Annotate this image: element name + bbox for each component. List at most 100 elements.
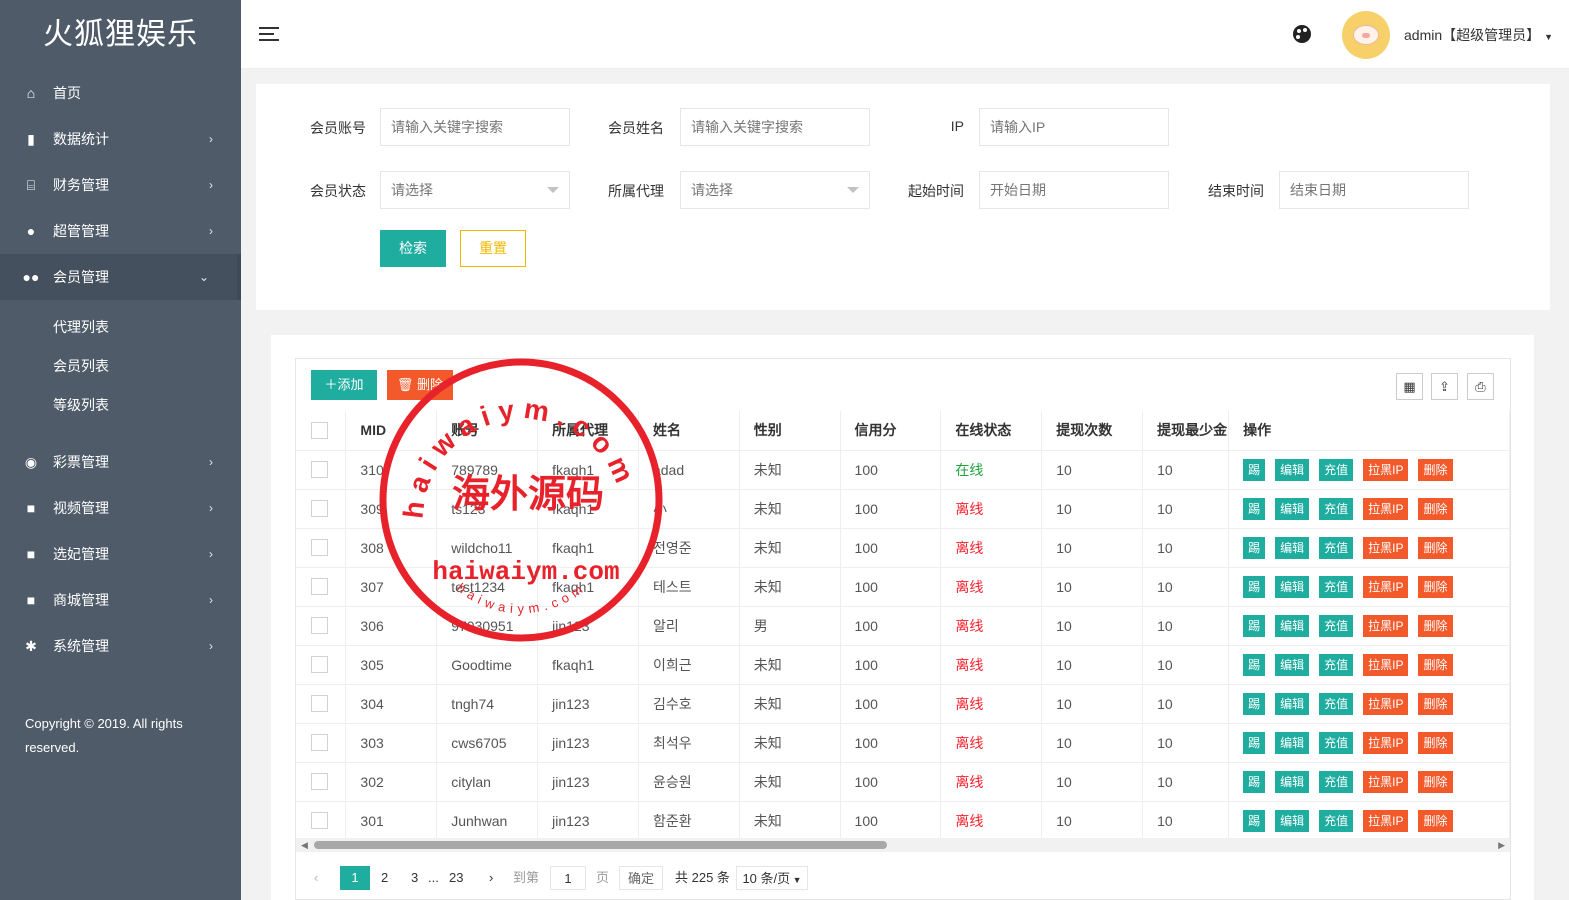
edit-button[interactable]: 编辑 [1275, 536, 1310, 559]
delete-row-button[interactable]: 删除 [1418, 614, 1453, 637]
recharge-button[interactable]: 充值 [1319, 692, 1354, 715]
kick-button[interactable]: 踢 [1243, 692, 1266, 715]
nav-item-b2[interactable]: ■ 选妃管理 › [0, 531, 241, 577]
row-checkbox[interactable] [311, 617, 328, 635]
subnav-item-0[interactable]: 代理列表 [0, 308, 241, 347]
kick-button[interactable]: 踢 [1243, 614, 1266, 637]
delete-row-button[interactable]: 删除 [1418, 575, 1453, 598]
subnav-item-1[interactable]: 会员列表 [0, 347, 241, 386]
row-checkbox[interactable] [311, 812, 328, 830]
nav-item-a3[interactable]: ● 超管管理 › [0, 208, 241, 254]
page-1[interactable]: 1 [340, 866, 370, 890]
edit-button[interactable]: 编辑 [1275, 692, 1310, 715]
block-ip-button[interactable]: 拉黑IP [1363, 809, 1409, 832]
batch-delete-button[interactable]: 🗑 删除 [387, 370, 453, 400]
recharge-button[interactable]: 充值 [1319, 458, 1354, 481]
theme-palette-icon[interactable] [1293, 25, 1311, 43]
name-input[interactable]: 请输入关键字搜索 [680, 108, 870, 146]
export-icon[interactable]: ⇪ [1431, 373, 1458, 400]
block-ip-button[interactable]: 拉黑IP [1363, 536, 1409, 559]
menu-toggle-icon[interactable] [259, 27, 279, 43]
delete-row-button[interactable]: 删除 [1418, 497, 1453, 520]
select-all-checkbox[interactable] [311, 422, 328, 440]
delete-row-button[interactable]: 删除 [1418, 692, 1453, 715]
kick-button[interactable]: 踢 [1243, 731, 1266, 754]
reset-button[interactable]: 重置 [460, 230, 526, 267]
goto-confirm-button[interactable]: 确定 [619, 866, 663, 890]
row-checkbox[interactable] [311, 539, 328, 557]
recharge-button[interactable]: 充值 [1319, 614, 1354, 637]
nav-item-b3[interactable]: ■ 商城管理 › [0, 577, 241, 623]
recharge-button[interactable]: 充值 [1319, 653, 1354, 676]
edit-button[interactable]: 编辑 [1275, 458, 1310, 481]
delete-row-button[interactable]: 删除 [1418, 731, 1453, 754]
subnav-item-2[interactable]: 等级列表 [0, 386, 241, 425]
row-checkbox[interactable] [311, 500, 328, 518]
delete-row-button[interactable]: 删除 [1418, 770, 1453, 793]
nav-item-a2[interactable]: ⌸ 财务管理 › [0, 162, 241, 208]
page-size-select[interactable]: 10 条/页 ▼ [736, 866, 808, 890]
prev-page-icon[interactable]: ‹ [314, 866, 318, 890]
account-input[interactable]: 请输入关键字搜索 [380, 108, 570, 146]
kick-button[interactable]: 踢 [1243, 653, 1266, 676]
row-checkbox[interactable] [311, 695, 328, 713]
block-ip-button[interactable]: 拉黑IP [1363, 692, 1409, 715]
kick-button[interactable]: 踢 [1243, 458, 1266, 481]
row-checkbox[interactable] [311, 461, 328, 479]
kick-button[interactable]: 踢 [1243, 575, 1266, 598]
recharge-button[interactable]: 充值 [1319, 497, 1354, 520]
block-ip-button[interactable]: 拉黑IP [1363, 770, 1409, 793]
block-ip-button[interactable]: 拉黑IP [1363, 497, 1409, 520]
block-ip-button[interactable]: 拉黑IP [1363, 653, 1409, 676]
page-last[interactable]: 23 [449, 866, 463, 890]
delete-row-button[interactable]: 删除 [1418, 536, 1453, 559]
ip-input[interactable]: 请输入IP [979, 108, 1169, 146]
nav-item-a4[interactable]: ●● 会员管理 ⌄ [0, 254, 241, 300]
row-checkbox[interactable] [311, 734, 328, 752]
goto-page-input[interactable]: 1 [550, 866, 586, 890]
block-ip-button[interactable]: 拉黑IP [1363, 614, 1409, 637]
search-button[interactable]: 检索 [380, 230, 446, 267]
block-ip-button[interactable]: 拉黑IP [1363, 458, 1409, 481]
nav-item-b4[interactable]: ✱ 系统管理 › [0, 623, 241, 669]
scroll-right-icon[interactable]: ▶ [1498, 838, 1505, 852]
kick-button[interactable]: 踢 [1243, 809, 1266, 832]
end-date-input[interactable]: 结束日期 [1279, 171, 1469, 209]
start-date-input[interactable]: 开始日期 [979, 171, 1169, 209]
row-checkbox[interactable] [311, 656, 328, 674]
scroll-left-icon[interactable]: ◀ [301, 838, 308, 852]
delete-row-button[interactable]: 删除 [1418, 458, 1453, 481]
user-menu[interactable]: admin【超级管理员】 ▼ [1404, 25, 1553, 45]
edit-button[interactable]: 编辑 [1275, 497, 1310, 520]
edit-button[interactable]: 编辑 [1275, 575, 1310, 598]
edit-button[interactable]: 编辑 [1275, 614, 1310, 637]
agent-select[interactable]: 请选择 [680, 171, 870, 209]
recharge-button[interactable]: 充值 [1319, 536, 1354, 559]
edit-button[interactable]: 编辑 [1275, 653, 1310, 676]
nav-item-a1[interactable]: ▮ 数据统计 › [0, 116, 241, 162]
recharge-button[interactable]: 充值 [1319, 575, 1354, 598]
add-button[interactable]: ＋添加 [311, 370, 377, 400]
edit-button[interactable]: 编辑 [1275, 731, 1310, 754]
nav-item-b1[interactable]: ■ 视频管理 › [0, 485, 241, 531]
nav-item-b0[interactable]: ◉ 彩票管理 › [0, 439, 241, 485]
block-ip-button[interactable]: 拉黑IP [1363, 575, 1409, 598]
horizontal-scrollbar[interactable]: ◀ ▶ [296, 838, 1510, 852]
kick-button[interactable]: 踢 [1243, 770, 1266, 793]
edit-button[interactable]: 编辑 [1275, 809, 1310, 832]
block-ip-button[interactable]: 拉黑IP [1363, 731, 1409, 754]
row-checkbox[interactable] [311, 773, 328, 791]
recharge-button[interactable]: 充值 [1319, 809, 1354, 832]
recharge-button[interactable]: 充值 [1319, 731, 1354, 754]
kick-button[interactable]: 踢 [1243, 497, 1266, 520]
kick-button[interactable]: 踢 [1243, 536, 1266, 559]
recharge-button[interactable]: 充值 [1319, 770, 1354, 793]
nav-item-a0[interactable]: ⌂ 首页 [0, 70, 241, 116]
scrollbar-thumb[interactable] [314, 841, 887, 849]
delete-row-button[interactable]: 删除 [1418, 653, 1453, 676]
delete-row-button[interactable]: 删除 [1418, 809, 1453, 832]
edit-button[interactable]: 编辑 [1275, 770, 1310, 793]
print-icon[interactable]: ⎙ [1467, 373, 1494, 400]
avatar[interactable] [1342, 11, 1390, 59]
page-2[interactable]: 2 [381, 866, 388, 890]
